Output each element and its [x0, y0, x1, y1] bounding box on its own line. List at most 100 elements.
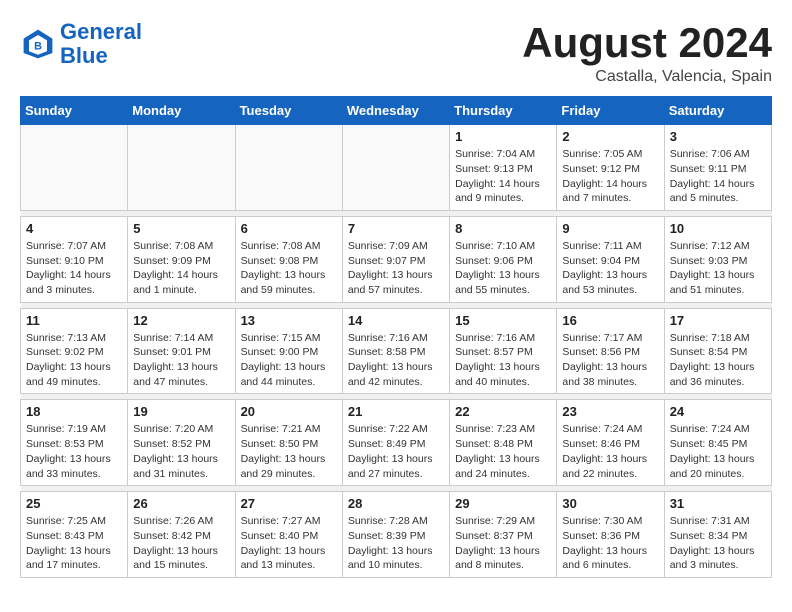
weekday-header-wednesday: Wednesday	[342, 97, 449, 125]
day-cell-11: 11 Sunrise: 7:13 AM Sunset: 9:02 PM Dayli…	[21, 308, 128, 394]
day-info: Sunrise: 7:29 AM Sunset: 8:37 PM Dayligh…	[455, 514, 551, 573]
day-cell-4: 4 Sunrise: 7:07 AM Sunset: 9:10 PM Daylig…	[21, 216, 128, 302]
day-info: Sunrise: 7:22 AM Sunset: 8:49 PM Dayligh…	[348, 422, 444, 481]
day-number: 14	[348, 313, 444, 328]
day-number: 18	[26, 404, 122, 419]
week-row-2: 4 Sunrise: 7:07 AM Sunset: 9:10 PM Daylig…	[21, 216, 772, 302]
day-cell-27: 27 Sunrise: 7:27 AM Sunset: 8:40 PM Dayli…	[235, 492, 342, 578]
day-info: Sunrise: 7:09 AM Sunset: 9:07 PM Dayligh…	[348, 239, 444, 298]
logo-icon: B	[20, 26, 56, 62]
day-cell-16: 16Sunrise: 7:17 AM Sunset: 8:56 PM Dayli…	[557, 308, 664, 394]
day-info: Sunrise: 7:20 AM Sunset: 8:52 PM Dayligh…	[133, 422, 229, 481]
weekday-header-thursday: Thursday	[450, 97, 557, 125]
weekday-header-saturday: Saturday	[664, 97, 771, 125]
day-info: Sunrise: 7:19 AM Sunset: 8:53 PM Dayligh…	[26, 422, 122, 481]
day-info: Sunrise: 7:25 AM Sunset: 8:43 PM Dayligh…	[26, 514, 122, 573]
day-cell-22: 22 Sunrise: 7:23 AM Sunset: 8:48 PM Dayli…	[450, 400, 557, 486]
logo-blue: Blue	[60, 44, 142, 68]
day-cell-2: 2 Sunrise: 7:05 AM Sunset: 9:12 PM Daylig…	[557, 125, 664, 211]
day-cell-8: 8Sunrise: 7:10 AM Sunset: 9:06 PM Daylig…	[450, 216, 557, 302]
logo-text: General Blue	[60, 20, 142, 68]
day-info: Sunrise: 7:05 AM Sunset: 9:12 PM Dayligh…	[562, 147, 658, 206]
day-cell-10: 10Sunrise: 7:12 AM Sunset: 9:03 PM Dayli…	[664, 216, 771, 302]
day-info: Sunrise: 7:16 AM Sunset: 8:58 PM Dayligh…	[348, 331, 444, 390]
day-info: Sunrise: 7:04 AM Sunset: 9:13 PM Dayligh…	[455, 147, 551, 206]
day-number: 2	[562, 129, 658, 144]
day-info: Sunrise: 7:13 AM Sunset: 9:02 PM Dayligh…	[26, 331, 122, 390]
weekday-header-row: SundayMondayTuesdayWednesdayThursdayFrid…	[21, 97, 772, 125]
day-number: 7	[348, 221, 444, 236]
day-cell-29: 29Sunrise: 7:29 AM Sunset: 8:37 PM Dayli…	[450, 492, 557, 578]
day-number: 4	[26, 221, 122, 236]
day-info: Sunrise: 7:08 AM Sunset: 9:09 PM Dayligh…	[133, 239, 229, 298]
weekday-header-monday: Monday	[128, 97, 235, 125]
day-cell-17: 17 Sunrise: 7:18 AM Sunset: 8:54 PM Dayli…	[664, 308, 771, 394]
week-row-1: 1 Sunrise: 7:04 AM Sunset: 9:13 PM Daylig…	[21, 125, 772, 211]
day-cell-empty	[128, 125, 235, 211]
day-number: 8	[455, 221, 551, 236]
day-cell-15: 15Sunrise: 7:16 AM Sunset: 8:57 PM Dayli…	[450, 308, 557, 394]
day-info: Sunrise: 7:06 AM Sunset: 9:11 PM Dayligh…	[670, 147, 766, 206]
day-cell-9: 9 Sunrise: 7:11 AM Sunset: 9:04 PM Daylig…	[557, 216, 664, 302]
day-cell-20: 20 Sunrise: 7:21 AM Sunset: 8:50 PM Dayli…	[235, 400, 342, 486]
day-number: 22	[455, 404, 551, 419]
day-number: 27	[241, 496, 337, 511]
day-number: 25	[26, 496, 122, 511]
day-number: 11	[26, 313, 122, 328]
title-area: August 2024 Castalla, Valencia, Spain	[522, 20, 772, 86]
day-cell-26: 26Sunrise: 7:26 AM Sunset: 8:42 PM Dayli…	[128, 492, 235, 578]
day-cell-5: 5 Sunrise: 7:08 AM Sunset: 9:09 PM Daylig…	[128, 216, 235, 302]
day-cell-7: 7 Sunrise: 7:09 AM Sunset: 9:07 PM Daylig…	[342, 216, 449, 302]
day-number: 15	[455, 313, 551, 328]
day-number: 1	[455, 129, 551, 144]
day-cell-28: 28Sunrise: 7:28 AM Sunset: 8:39 PM Dayli…	[342, 492, 449, 578]
day-info: Sunrise: 7:26 AM Sunset: 8:42 PM Dayligh…	[133, 514, 229, 573]
day-cell-empty	[21, 125, 128, 211]
day-number: 23	[562, 404, 658, 419]
month-title: August 2024	[522, 20, 772, 66]
day-number: 28	[348, 496, 444, 511]
day-number: 17	[670, 313, 766, 328]
day-info: Sunrise: 7:18 AM Sunset: 8:54 PM Dayligh…	[670, 331, 766, 390]
day-info: Sunrise: 7:14 AM Sunset: 9:01 PM Dayligh…	[133, 331, 229, 390]
day-cell-14: 14 Sunrise: 7:16 AM Sunset: 8:58 PM Dayli…	[342, 308, 449, 394]
location: Castalla, Valencia, Spain	[522, 68, 772, 86]
day-cell-6: 6 Sunrise: 7:08 AM Sunset: 9:08 PM Daylig…	[235, 216, 342, 302]
day-info: Sunrise: 7:15 AM Sunset: 9:00 PM Dayligh…	[241, 331, 337, 390]
day-info: Sunrise: 7:30 AM Sunset: 8:36 PM Dayligh…	[562, 514, 658, 573]
day-cell-24: 24 Sunrise: 7:24 AM Sunset: 8:45 PM Dayli…	[664, 400, 771, 486]
day-cell-18: 18 Sunrise: 7:19 AM Sunset: 8:53 PM Dayli…	[21, 400, 128, 486]
logo: B General Blue	[20, 20, 142, 68]
weekday-header-friday: Friday	[557, 97, 664, 125]
day-number: 20	[241, 404, 337, 419]
day-number: 24	[670, 404, 766, 419]
day-number: 19	[133, 404, 229, 419]
day-info: Sunrise: 7:24 AM Sunset: 8:45 PM Dayligh…	[670, 422, 766, 481]
day-info: Sunrise: 7:11 AM Sunset: 9:04 PM Dayligh…	[562, 239, 658, 298]
weekday-header-tuesday: Tuesday	[235, 97, 342, 125]
day-cell-25: 25 Sunrise: 7:25 AM Sunset: 8:43 PM Dayli…	[21, 492, 128, 578]
day-info: Sunrise: 7:24 AM Sunset: 8:46 PM Dayligh…	[562, 422, 658, 481]
day-cell-13: 13Sunrise: 7:15 AM Sunset: 9:00 PM Dayli…	[235, 308, 342, 394]
day-number: 5	[133, 221, 229, 236]
weekday-header-sunday: Sunday	[21, 97, 128, 125]
day-cell-12: 12Sunrise: 7:14 AM Sunset: 9:01 PM Dayli…	[128, 308, 235, 394]
day-info: Sunrise: 7:27 AM Sunset: 8:40 PM Dayligh…	[241, 514, 337, 573]
day-cell-23: 23 Sunrise: 7:24 AM Sunset: 8:46 PM Dayli…	[557, 400, 664, 486]
day-number: 3	[670, 129, 766, 144]
day-number: 9	[562, 221, 658, 236]
day-info: Sunrise: 7:21 AM Sunset: 8:50 PM Dayligh…	[241, 422, 337, 481]
day-cell-31: 31 Sunrise: 7:31 AM Sunset: 8:34 PM Dayli…	[664, 492, 771, 578]
page-header: B General Blue August 2024 Castalla, Val…	[20, 20, 772, 86]
logo-general: General	[60, 19, 142, 44]
day-info: Sunrise: 7:17 AM Sunset: 8:56 PM Dayligh…	[562, 331, 658, 390]
day-info: Sunrise: 7:23 AM Sunset: 8:48 PM Dayligh…	[455, 422, 551, 481]
day-info: Sunrise: 7:31 AM Sunset: 8:34 PM Dayligh…	[670, 514, 766, 573]
day-cell-21: 21Sunrise: 7:22 AM Sunset: 8:49 PM Dayli…	[342, 400, 449, 486]
day-info: Sunrise: 7:12 AM Sunset: 9:03 PM Dayligh…	[670, 239, 766, 298]
day-info: Sunrise: 7:07 AM Sunset: 9:10 PM Dayligh…	[26, 239, 122, 298]
day-number: 31	[670, 496, 766, 511]
day-cell-30: 30Sunrise: 7:30 AM Sunset: 8:36 PM Dayli…	[557, 492, 664, 578]
day-number: 6	[241, 221, 337, 236]
day-info: Sunrise: 7:08 AM Sunset: 9:08 PM Dayligh…	[241, 239, 337, 298]
